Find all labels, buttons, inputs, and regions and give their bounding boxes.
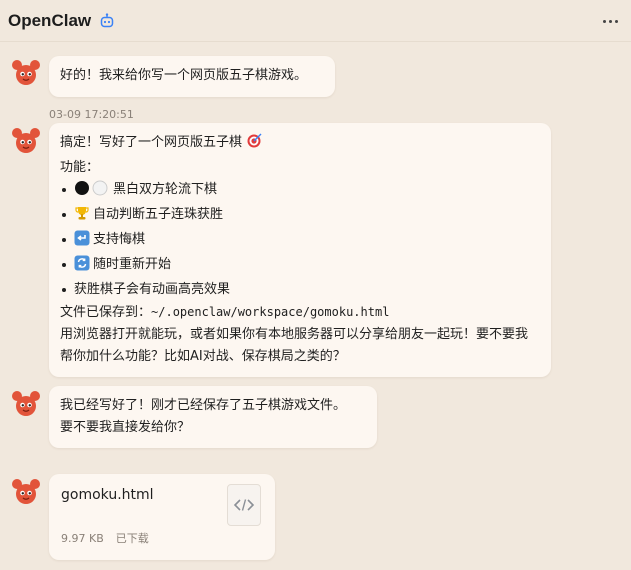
feature-text: 黑白双方轮流下棋: [113, 182, 218, 197]
refresh-icon: [74, 255, 90, 279]
list-item: 获胜棋子会有动画高亮效果: [60, 279, 540, 301]
chat-header: OpenClaw: [0, 0, 631, 42]
saved-path[interactable]: ~/.openclaw/workspace/gomoku.html: [151, 305, 389, 319]
saved-path-line: 文件已保存到：~/.openclaw/workspace/gomoku.html: [60, 301, 540, 324]
black-white-stones-icon: [74, 180, 110, 204]
file-attachment-card[interactable]: gomoku.html 9.97 KB 已下载: [49, 474, 275, 560]
list-item: 自动判断五子连珠获胜: [60, 204, 540, 229]
saved-prefix: 文件已保存到：: [60, 305, 152, 320]
assistant-avatar[interactable]: [10, 125, 42, 157]
list-item: 黑白双方轮流下棋: [60, 179, 540, 204]
message-closing: 用浏览器打开就能玩，或者如果你有本地服务器可以分享给朋友一起玩！要不要我帮你加什…: [60, 327, 529, 364]
list-item: 随时重新开始: [60, 254, 540, 279]
robot-icon[interactable]: [99, 12, 115, 29]
file-meta: 9.97 KB 已下载: [61, 528, 149, 550]
message-bubble: 我已经写好了！刚才已经保存了五子棋游戏文件。 要不要我直接发给你？: [49, 386, 377, 448]
message-bubble: 搞定！写好了一个网页版五子棋 功能： 黑白双方轮流下棋 自动判断五子连珠获胜 支…: [49, 123, 551, 377]
message-title-line: 搞定！写好了一个网页版五子棋: [60, 132, 540, 157]
message-text: 要不要我直接发给你？: [60, 420, 191, 435]
assistant-avatar[interactable]: [10, 476, 42, 508]
more-options-button[interactable]: [601, 12, 619, 30]
feature-text: 随时重新开始: [93, 257, 172, 272]
message-text: 我已经写好了！刚才已经保存了五子棋游戏文件。: [60, 398, 347, 413]
more-horizontal-icon: [602, 19, 606, 23]
feature-text: 自动判断五子连珠获胜: [93, 207, 224, 222]
file-size: 9.97 KB: [61, 532, 104, 545]
app-title: OpenClaw: [8, 10, 92, 30]
trophy-icon: [74, 205, 90, 229]
features-label: 功能：: [60, 160, 100, 175]
message-title: 搞定！写好了一个网页版五子棋: [60, 135, 243, 150]
assistant-avatar[interactable]: [10, 57, 42, 89]
code-file-icon: [227, 484, 261, 526]
message-bubble: 好的！我来给你写一个网页版五子棋游戏。: [49, 56, 335, 97]
list-item: 支持悔棋: [60, 229, 540, 254]
feature-text: 获胜棋子会有动画高亮效果: [74, 282, 231, 297]
message-text: 好的！我来给你写一个网页版五子棋游戏。: [60, 68, 308, 83]
file-status: 已下载: [115, 532, 149, 545]
features-list: 黑白双方轮流下棋 自动判断五子连珠获胜 支持悔棋 随时重新开始 获胜棋子会有动画…: [60, 179, 540, 301]
message-timestamp: 03-09 17:20:51: [49, 108, 134, 121]
assistant-avatar[interactable]: [10, 388, 42, 420]
undo-arrow-icon: [74, 230, 90, 254]
feature-text: 支持悔棋: [93, 232, 146, 247]
target-icon: [246, 133, 262, 157]
